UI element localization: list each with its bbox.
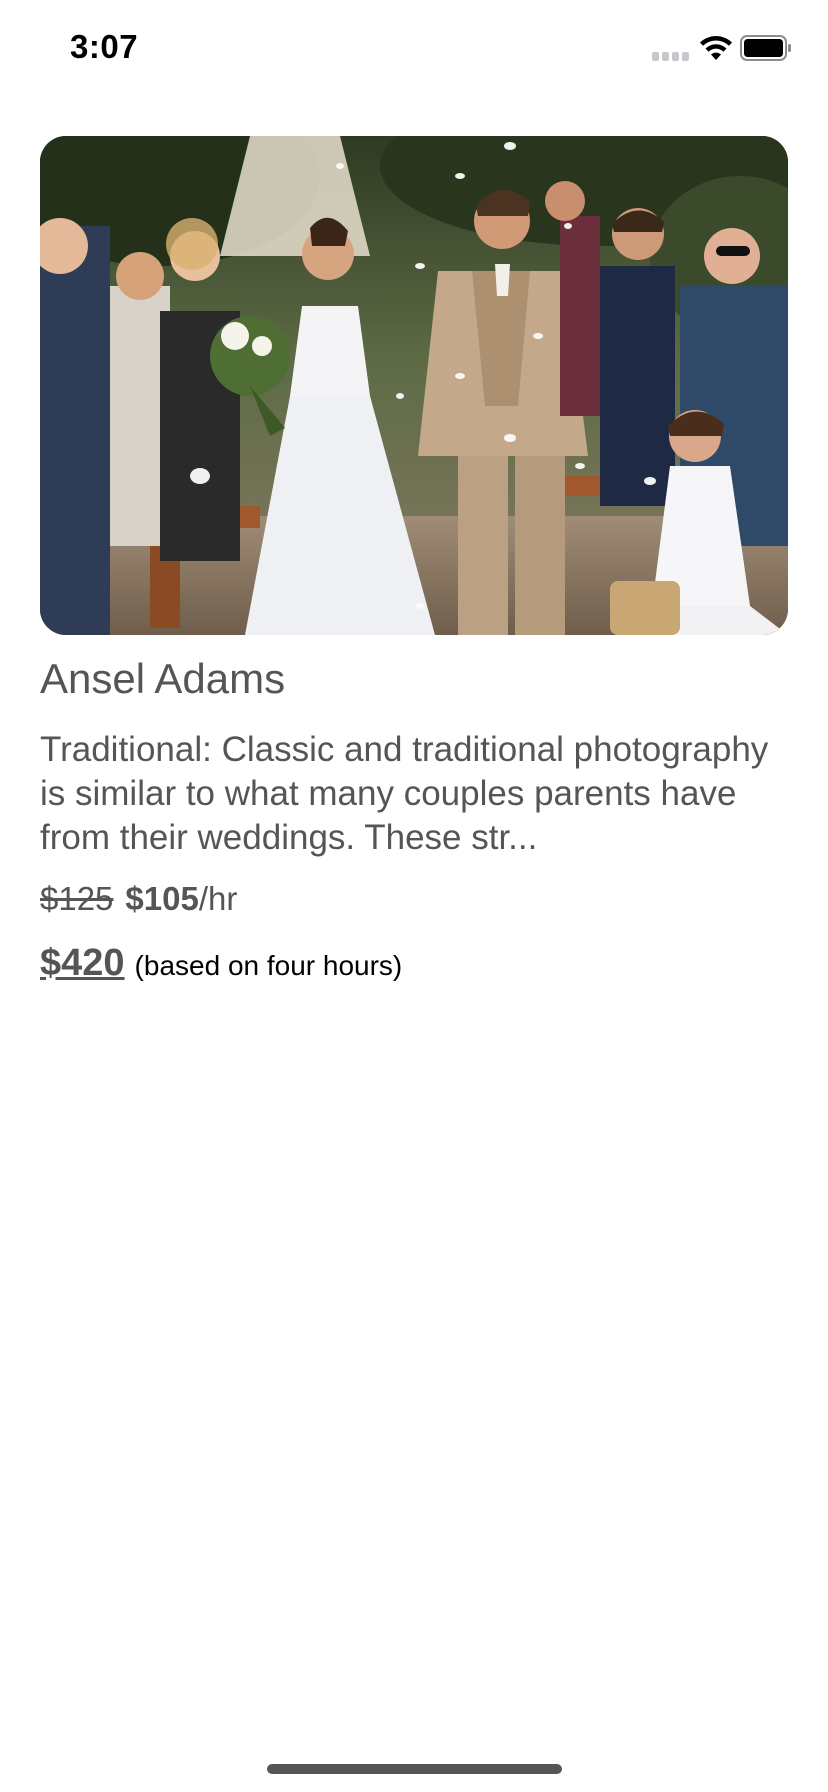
status-time: 3:07 bbox=[70, 28, 139, 65]
discounted-price: $105 bbox=[125, 880, 199, 917]
wifi-icon bbox=[700, 36, 732, 60]
home-indicator[interactable] bbox=[267, 1764, 562, 1774]
listing-description: Traditional: Classic and traditional pho… bbox=[40, 730, 769, 857]
total-price-note: (based on four hours) bbox=[134, 950, 403, 981]
battery-icon bbox=[740, 35, 791, 61]
photographer-name[interactable]: Ansel Adams bbox=[40, 655, 285, 703]
wedding-photo-image bbox=[40, 136, 788, 635]
total-price-row: $420 (based on four hours) bbox=[40, 942, 402, 985]
hourly-price-row: $125 $105 /hr bbox=[40, 880, 237, 918]
original-price: $125 bbox=[40, 880, 114, 917]
price-unit: /hr bbox=[198, 880, 238, 917]
status-bar: 3:07 bbox=[0, 0, 828, 100]
listing-photo[interactable] bbox=[40, 136, 788, 635]
cellular-signal-icon bbox=[652, 52, 689, 61]
total-price-link[interactable]: $420 bbox=[40, 942, 125, 985]
